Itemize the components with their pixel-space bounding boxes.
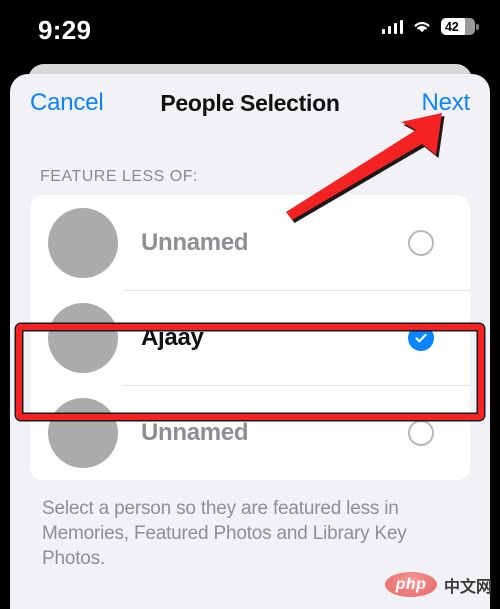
footer-description: Select a person so they are featured les… — [42, 498, 407, 570]
selection-checkmark-icon[interactable] — [408, 324, 434, 351]
people-selection-sheet: Cancel People Selection Next FEATURE LES… — [10, 74, 490, 609]
php-logo-icon: php — [384, 572, 437, 597]
person-name: Unnamed — [141, 418, 249, 446]
avatar — [48, 207, 118, 278]
list-item[interactable]: Unnamed — [30, 385, 470, 480]
list-item[interactable]: Unnamed — [30, 195, 470, 290]
list-item[interactable]: Ajaay — [30, 290, 470, 385]
people-list: Unnamed Ajaay Unnamed — [30, 195, 470, 480]
selection-radio-unchecked[interactable] — [408, 229, 434, 256]
cancel-button[interactable]: Cancel — [30, 89, 104, 117]
battery-icon: 42 — [441, 18, 479, 35]
status-bar-indicators: 42 — [381, 18, 479, 35]
navigation-bar: Cancel People Selection Next — [10, 74, 490, 132]
section-header-feature-less-of: FEATURE LESS OF: — [40, 168, 198, 185]
cellular-signal-icon — [381, 19, 403, 34]
wifi-icon — [412, 19, 432, 34]
selection-radio-unchecked[interactable] — [408, 419, 434, 446]
php-watermark: php 中文网 — [384, 572, 492, 597]
status-bar-time: 9:29 — [38, 15, 92, 45]
person-name: Unnamed — [141, 228, 249, 256]
person-name: Ajaay — [141, 323, 204, 351]
avatar — [48, 397, 118, 468]
next-button[interactable]: Next — [421, 89, 470, 117]
status-bar: 9:29 42 — [0, 0, 500, 62]
avatar — [48, 302, 118, 373]
watermark-suffix-label: 中文网 — [443, 578, 492, 596]
battery-percent-label: 42 — [445, 19, 459, 34]
